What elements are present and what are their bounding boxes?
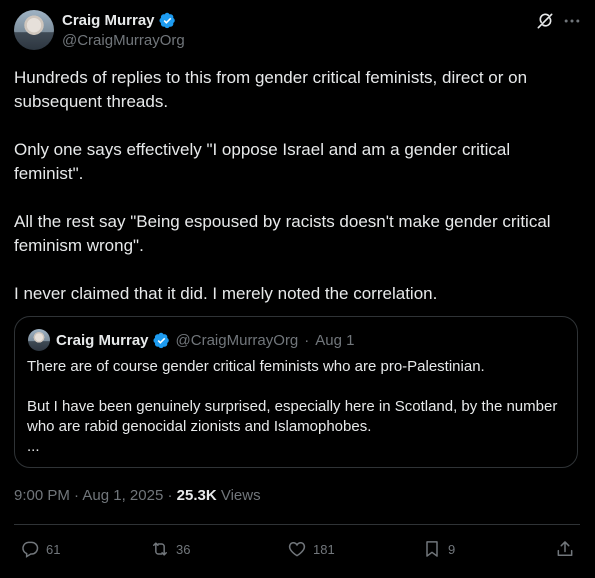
share-icon (557, 541, 573, 556)
tweet-paragraph: Hundreds of replies to this from gender … (14, 68, 528, 111)
reply-count: 61 (46, 541, 61, 557)
tweet-paragraph: All the rest say "Being espoused by raci… (14, 212, 551, 255)
views-count: 25.3K (176, 487, 217, 504)
bookmark-icon (426, 541, 438, 557)
reply-icon (22, 541, 39, 558)
quoted-date: Aug 1 (315, 332, 355, 349)
tweet-meta: 9:00 PM · Aug 1, 2025 · 25.3K Views (14, 487, 261, 504)
author-handle[interactable]: @CraigMurrayOrg (62, 32, 185, 49)
divider (14, 524, 580, 525)
verified-badge-icon (158, 12, 175, 29)
like-count: 181 (313, 541, 335, 557)
reply-button[interactable]: 61 (20, 538, 60, 560)
quoted-tweet-text: There are of course gender critical femi… (27, 357, 567, 457)
repost-icon (153, 542, 167, 556)
quoted-paragraph: There are of course gender critical femi… (27, 358, 485, 375)
author-avatar[interactable] (14, 10, 54, 50)
quoted-author-avatar (28, 329, 50, 351)
bookmark-count: 9 (448, 541, 456, 557)
like-button[interactable]: 181 (287, 538, 335, 560)
tweet-time[interactable]: 9:00 PM (14, 487, 70, 504)
like-icon (288, 541, 306, 557)
quoted-author-handle: @CraigMurrayOrg (175, 332, 299, 349)
quoted-paragraph: ... (27, 438, 40, 455)
quoted-separator: · (304, 332, 310, 349)
more-icon[interactable] (562, 11, 582, 31)
grok-icon[interactable] (535, 11, 555, 31)
author-name-row[interactable]: Craig Murray (62, 12, 176, 29)
repost-button[interactable]: 36 (150, 538, 190, 560)
quoted-paragraph: But I have been genuinely surprised, esp… (27, 398, 558, 435)
tweet-text: Hundreds of replies to this from gender … (14, 66, 580, 306)
bookmark-button[interactable]: 9 (422, 538, 455, 560)
quoted-tweet-header: Craig Murray @CraigMurrayOrg · Aug 1 (56, 332, 354, 349)
views-label: Views (220, 487, 261, 504)
verified-badge-icon (152, 332, 169, 349)
tweet-paragraph: Only one says effectively "I oppose Isra… (14, 140, 511, 183)
quoted-author-name: Craig Murray (56, 332, 149, 349)
meta-separator: · (167, 487, 173, 504)
tweet-paragraph: I never claimed that it did. I merely no… (14, 284, 438, 303)
meta-separator: · (74, 487, 80, 504)
repost-count: 36 (176, 541, 191, 557)
author-name[interactable]: Craig Murray (62, 12, 155, 29)
tweet-date[interactable]: Aug 1, 2025 (82, 487, 163, 504)
share-button[interactable] (555, 538, 575, 560)
